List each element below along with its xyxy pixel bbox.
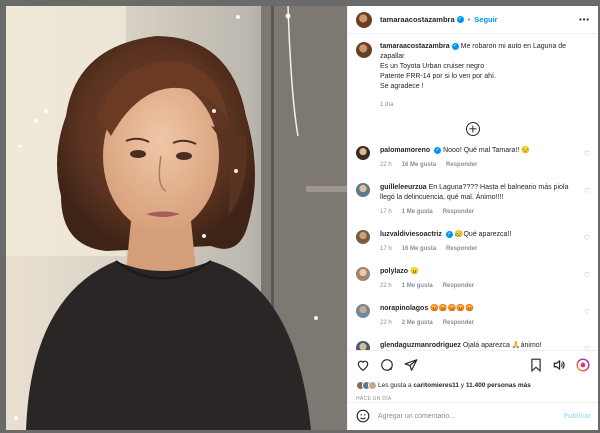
comment-heart-icon[interactable]: ♡ bbox=[584, 150, 590, 158]
comment-item: norapinolagos 😡😡😡😡😡 22 h 2 Me gusta Respon… bbox=[356, 304, 590, 328]
comment-heart-icon[interactable]: ♡ bbox=[584, 187, 590, 195]
caption: tamaraacostazambra ✓ Me robaron mi auto e… bbox=[356, 42, 590, 110]
comment-text: 😠 bbox=[409, 268, 419, 275]
comment-heart-icon[interactable]: ♡ bbox=[584, 345, 590, 350]
verified-icon: ✓ bbox=[451, 42, 459, 50]
comment-time[interactable]: 17 h bbox=[380, 246, 392, 252]
commenter-username[interactable]: norapinolagos bbox=[380, 305, 428, 312]
author-avatar[interactable] bbox=[356, 11, 372, 28]
comment-text: Ojalá aparezca 🙏ánimo! bbox=[462, 342, 542, 349]
comment-text: 😡😡😡😡😡 bbox=[430, 305, 474, 312]
plus-circle-icon[interactable] bbox=[466, 122, 480, 136]
comment-item: guilleleeurzua En Laguna???? Hasta el ba… bbox=[356, 183, 590, 217]
comment-heart-icon[interactable]: ♡ bbox=[584, 308, 590, 316]
comment-likes[interactable]: 2 Me gusta bbox=[402, 320, 433, 326]
post-modal: tamaraacostazambra ✓ • Seguir ••• tamara… bbox=[6, 6, 598, 430]
photo-illustration bbox=[6, 6, 347, 430]
share-icon[interactable] bbox=[404, 358, 418, 372]
post-panel: tamaraacostazambra ✓ • Seguir ••• tamara… bbox=[347, 6, 598, 430]
comment-item: palomamoreno ✓ Nooo! Qué mal Tamara!! 😔 … bbox=[356, 146, 590, 170]
liker-avatars[interactable] bbox=[356, 381, 377, 390]
add-comment-bar: Agregar un comentario... Publicar bbox=[348, 402, 598, 430]
comment-text: Nooo! Qué mal Tamara!! 😔 bbox=[443, 147, 530, 154]
comment-likes[interactable]: 16 Me gusta bbox=[402, 162, 436, 168]
publish-button[interactable]: Publicar bbox=[563, 413, 591, 420]
commenter-avatar[interactable] bbox=[356, 267, 370, 281]
commenter-avatar[interactable] bbox=[356, 304, 370, 318]
post-header: tamaraacostazambra ✓ • Seguir ••• bbox=[348, 6, 598, 34]
commenter-avatar[interactable] bbox=[356, 183, 370, 197]
commenter-avatar[interactable] bbox=[356, 230, 370, 244]
caption-line-2: Es un Toyota Urban cruiser negro bbox=[380, 63, 485, 70]
follow-button[interactable]: Seguir bbox=[474, 15, 497, 24]
comment-input[interactable]: Agregar un comentario... bbox=[378, 413, 455, 420]
commenter-username[interactable]: guilleleeurzua bbox=[380, 184, 427, 191]
verified-icon: ✓ bbox=[434, 146, 442, 154]
heart-icon[interactable] bbox=[356, 358, 370, 372]
emoji-icon[interactable] bbox=[356, 409, 370, 425]
likes-user[interactable]: caritomieres11 bbox=[413, 382, 459, 389]
post-photo[interactable] bbox=[6, 6, 347, 430]
commenter-avatar[interactable] bbox=[356, 146, 370, 160]
bookmark-icon[interactable] bbox=[530, 358, 542, 372]
comments-list[interactable]: tamaraacostazambra ✓ Me robaron mi auto e… bbox=[348, 34, 598, 350]
backdrop[interactable]: tamaraacostazambra ✓ • Seguir ••• tamara… bbox=[0, 0, 600, 433]
separator-dot: • bbox=[467, 15, 471, 24]
likes-others[interactable]: 11.400 personas más bbox=[466, 382, 531, 389]
reply-button[interactable]: Responder bbox=[443, 320, 474, 326]
verified-icon: ✓ bbox=[445, 230, 453, 238]
likes-summary: Les gusta a caritomieres11 y 11.400 pers… bbox=[356, 381, 590, 390]
comment-time[interactable]: 22 h bbox=[380, 283, 392, 289]
caption-avatar[interactable] bbox=[356, 42, 372, 58]
author-username[interactable]: tamaraacostazambra bbox=[380, 15, 455, 24]
likes-prefix: Les gusta a bbox=[378, 382, 412, 389]
comment-time[interactable]: 17 h bbox=[380, 209, 392, 215]
reply-button[interactable]: Responder bbox=[446, 162, 477, 168]
reply-button[interactable]: Responder bbox=[443, 209, 474, 215]
commenter-avatar[interactable] bbox=[356, 341, 370, 350]
comment-item: luzvaldiviesoactriz ✓ 😥Qué aparezca!! 17… bbox=[356, 230, 590, 254]
reply-button[interactable]: Responder bbox=[443, 283, 474, 289]
comment-time[interactable]: 22 h bbox=[380, 162, 392, 168]
comment-item: polylazo 😠 22 h 1 Me gusta Responder ♡ bbox=[356, 267, 590, 291]
caption-line-4: Se agradece ! bbox=[380, 83, 424, 90]
likes-middle: y bbox=[460, 382, 465, 389]
comment-icon[interactable] bbox=[380, 358, 394, 372]
comment-heart-icon[interactable]: ♡ bbox=[584, 234, 590, 242]
comment-text: 😥Qué aparezca!! bbox=[454, 231, 512, 238]
reels-icon[interactable] bbox=[576, 358, 590, 372]
caption-line-3: Patente FRR-14 por si lo ven por ahí. bbox=[380, 73, 496, 80]
comment-likes[interactable]: 1 Me gusta bbox=[402, 283, 433, 289]
more-options-icon[interactable]: ••• bbox=[579, 15, 590, 24]
reply-button[interactable]: Responder bbox=[446, 246, 477, 252]
commenter-username[interactable]: polylazo bbox=[380, 268, 408, 275]
caption-username[interactable]: tamaraacostazambra bbox=[380, 43, 450, 50]
comment-likes[interactable]: 16 Me gusta bbox=[402, 246, 436, 252]
verified-icon: ✓ bbox=[456, 16, 464, 23]
volume-icon[interactable] bbox=[552, 358, 566, 372]
commenter-username[interactable]: glendaguzmanrodriguez bbox=[380, 342, 461, 349]
commenter-username[interactable]: palomamoreno bbox=[380, 147, 430, 154]
commenter-username[interactable]: luzvaldiviesoactriz bbox=[380, 231, 442, 238]
caption-time[interactable]: 1 día bbox=[380, 100, 590, 110]
comment-item: glendaguzmanrodriguez Ojalá aparezca 🙏án… bbox=[356, 341, 590, 350]
comment-likes[interactable]: 1 Me gusta bbox=[402, 209, 433, 215]
comment-heart-icon[interactable]: ♡ bbox=[584, 271, 590, 279]
comment-time[interactable]: 22 h bbox=[380, 320, 392, 326]
